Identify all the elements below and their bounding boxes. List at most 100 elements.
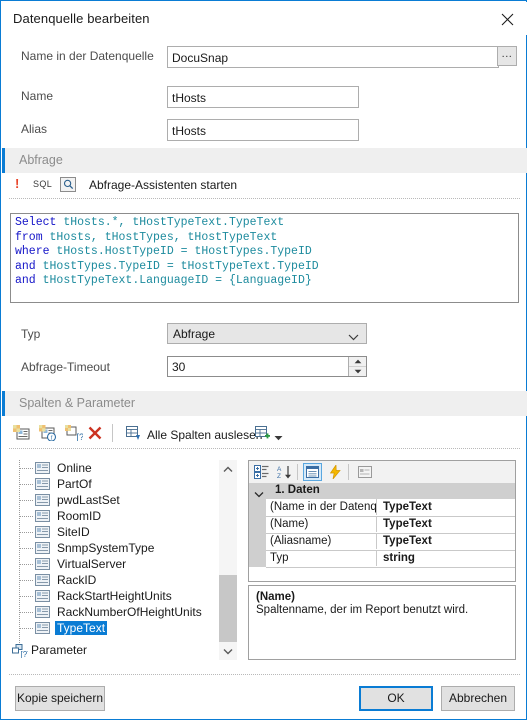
cancel-button[interactable]: Abbrechen <box>441 686 515 711</box>
tree-connector <box>19 484 33 485</box>
tree-item-label: PartOf <box>57 477 92 491</box>
property-value[interactable]: TypeText <box>378 533 432 551</box>
property-row[interactable]: (Name) TypeText <box>266 516 515 534</box>
delete-column-button[interactable] <box>87 425 103 444</box>
property-row[interactable]: (Name in der Datenquelle) TypeText <box>266 499 515 517</box>
column-icon <box>35 510 50 525</box>
property-value[interactable]: string <box>378 550 415 568</box>
field-label-timeout: Abfrage-Timeout <box>21 360 110 374</box>
property-category-label: 1. Daten <box>275 484 320 496</box>
properties-button[interactable] <box>303 463 322 481</box>
scrollbar-thumb[interactable] <box>219 575 237 642</box>
columns-section-header: Spalten & Parameter <box>2 391 527 416</box>
table-add-icon <box>255 426 270 439</box>
svg-text:f: f <box>51 434 53 441</box>
type-select-value: Abfrage <box>173 327 216 341</box>
tree-item-label: RackID <box>57 573 97 587</box>
tree-connector <box>19 548 33 549</box>
tree-scrollbar[interactable] <box>219 460 237 660</box>
name-input[interactable]: tHosts <box>167 86 359 108</box>
stepper-down-button[interactable] <box>349 367 366 376</box>
table-down-icon <box>126 426 140 440</box>
delete-column-icon <box>88 426 102 440</box>
alias-input[interactable]: tHosts <box>167 119 359 141</box>
add-function-column-button[interactable]: f <box>39 425 58 444</box>
toolbar-divider <box>297 464 298 480</box>
query-preview-button[interactable] <box>60 177 76 192</box>
column-icon <box>35 478 50 493</box>
add-column-icon <box>13 425 30 440</box>
property-name: Typ <box>266 550 377 566</box>
column-icon <box>35 606 50 621</box>
read-all-columns-label[interactable]: Alle Spalten auslesen <box>147 428 262 442</box>
svg-text:[?]: [?] <box>21 650 29 658</box>
property-value[interactable]: TypeText <box>378 499 432 517</box>
chevron-down-icon <box>223 648 233 654</box>
property-value[interactable]: TypeText <box>378 516 432 534</box>
add-parameter-button[interactable]: [?] <box>65 425 87 444</box>
query-timeout-value: 30 <box>172 360 186 374</box>
page-title: Datenquelle bearbeiten <box>13 11 150 26</box>
column-icon <box>35 590 50 605</box>
sql-text: Select tHosts.*, tHostTypeText.TypeText … <box>15 216 518 289</box>
read-all-columns-icon-button[interactable] <box>125 425 141 444</box>
events-button[interactable] <box>326 463 345 481</box>
add-parameter-icon: [?] <box>65 425 87 442</box>
close-button[interactable] <box>493 6 521 32</box>
tree-item-label: pwdLastSet <box>57 493 120 507</box>
caret-up-icon <box>354 359 361 364</box>
svg-text:[?]: [?] <box>77 432 84 441</box>
property-name: (Name in der Datenquelle) <box>266 499 377 515</box>
events-lightning-icon <box>330 465 341 479</box>
parameter-node-icon: [?] <box>12 644 29 660</box>
property-grid[interactable]: A Z 1. Daten (Name in der Datenq TypeTex… <box>248 460 516 582</box>
categorized-view-button[interactable] <box>252 463 271 481</box>
add-table-dropdown-button[interactable] <box>274 430 283 444</box>
sql-body: tHosts.HostTypeID = tHostTypes.TypeID <box>49 245 312 258</box>
scroll-up-button[interactable] <box>219 460 237 478</box>
property-row[interactable]: Typ string <box>266 550 515 568</box>
chevron-down-icon <box>348 330 359 344</box>
type-select[interactable]: Abfrage <box>167 323 367 344</box>
stepper-up-button[interactable] <box>349 357 366 367</box>
tree-connector <box>19 532 33 533</box>
description-title: (Name) <box>256 591 295 603</box>
toolbar-divider <box>112 424 113 442</box>
add-column-button[interactable] <box>13 425 30 444</box>
property-description-panel: (Name) Spaltenname, der im Report benutz… <box>248 585 516 660</box>
save-copy-button[interactable]: Kopie speichern <box>15 686 105 711</box>
categorized-view-icon <box>254 465 269 479</box>
property-pages-icon <box>357 466 372 478</box>
browse-button[interactable]: ... <box>497 46 517 66</box>
sql-body: tHostTypes.TypeID = tHostTypeText.TypeID <box>35 259 319 273</box>
property-category-header[interactable]: 1. Daten <box>249 483 515 500</box>
sql-keyword: and <box>15 274 36 287</box>
columns-tree[interactable]: Online PartOf pwdLastSet RoomID SiteID S… <box>5 460 237 660</box>
source-name-input[interactable]: DocuSnap <box>167 46 499 68</box>
tree-item-label: Online <box>57 461 92 475</box>
column-icon <box>35 494 50 509</box>
sql-editor[interactable]: Select tHosts.*, tHostTypeText.TypeText … <box>10 213 519 303</box>
scroll-down-button[interactable] <box>219 642 237 660</box>
tree-connector <box>19 468 33 469</box>
tree-connector <box>19 628 33 629</box>
property-name: (Name) <box>266 516 377 532</box>
query-timeout-stepper[interactable]: 30 <box>167 356 367 377</box>
columns-section-title: Spalten & Parameter <box>19 396 136 410</box>
ok-button[interactable]: OK <box>359 686 433 711</box>
tree-item-label: Parameter <box>31 643 88 657</box>
description-text: Spaltenname, der im Report benutzt wird. <box>256 604 469 616</box>
stepper-buttons[interactable] <box>348 357 366 376</box>
tree-connector <box>19 596 33 597</box>
tree-item-label: VirtualServer <box>57 557 127 571</box>
sql-label-icon: SQL <box>33 179 53 189</box>
caret-down-icon <box>354 369 361 374</box>
property-row[interactable]: (Aliasname) TypeText <box>266 533 515 551</box>
alphabetical-sort-button[interactable]: A Z <box>275 463 294 481</box>
query-wizard-link[interactable]: Abfrage-Assistenten starten <box>89 178 237 192</box>
add-table-button[interactable] <box>254 425 270 444</box>
columns-toolbar-divider <box>9 448 520 449</box>
chevron-down-icon <box>274 436 283 441</box>
property-pages-button[interactable] <box>355 463 374 481</box>
warning-exclamation-icon: ! <box>15 176 20 191</box>
